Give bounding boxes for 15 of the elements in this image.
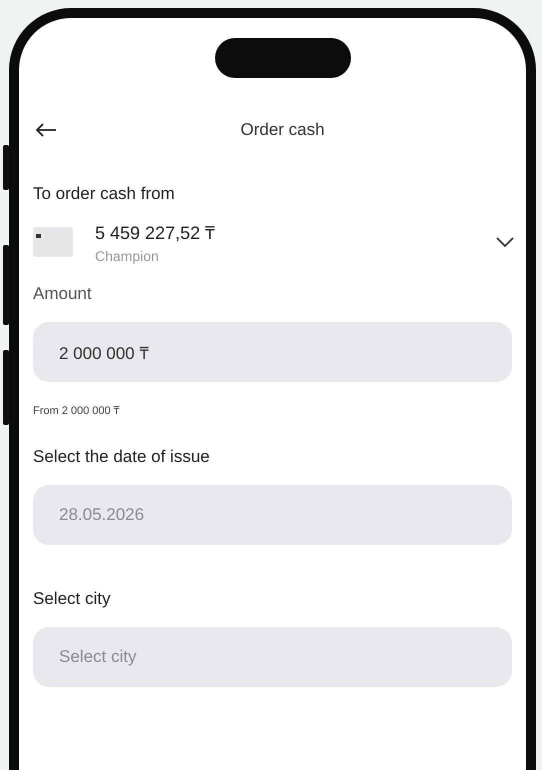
field-label: Select city: [33, 589, 112, 609]
field-label: Amount: [33, 284, 93, 304]
field-label: Select the date of issue: [33, 447, 211, 467]
back-arrow-icon: [35, 122, 57, 138]
field-hint: From 2 000 000 ₸: [33, 404, 121, 417]
card-icon: [33, 227, 73, 257]
chevron-down-icon: [496, 237, 514, 247]
screen-title: Order cash: [240, 120, 325, 140]
input-field[interactable]: 2 000 000 ₸: [33, 322, 512, 382]
input-field[interactable]: 28.05.2026: [33, 485, 512, 545]
account-selector[interactable]: 5 459 227,52 ₸ Champion: [33, 220, 522, 264]
account-balance: 5 459 227,52 ₸: [95, 222, 216, 244]
account-name: Champion: [95, 248, 160, 264]
input-field[interactable]: Select city: [33, 627, 512, 687]
section-label: To order cash from: [33, 184, 176, 204]
